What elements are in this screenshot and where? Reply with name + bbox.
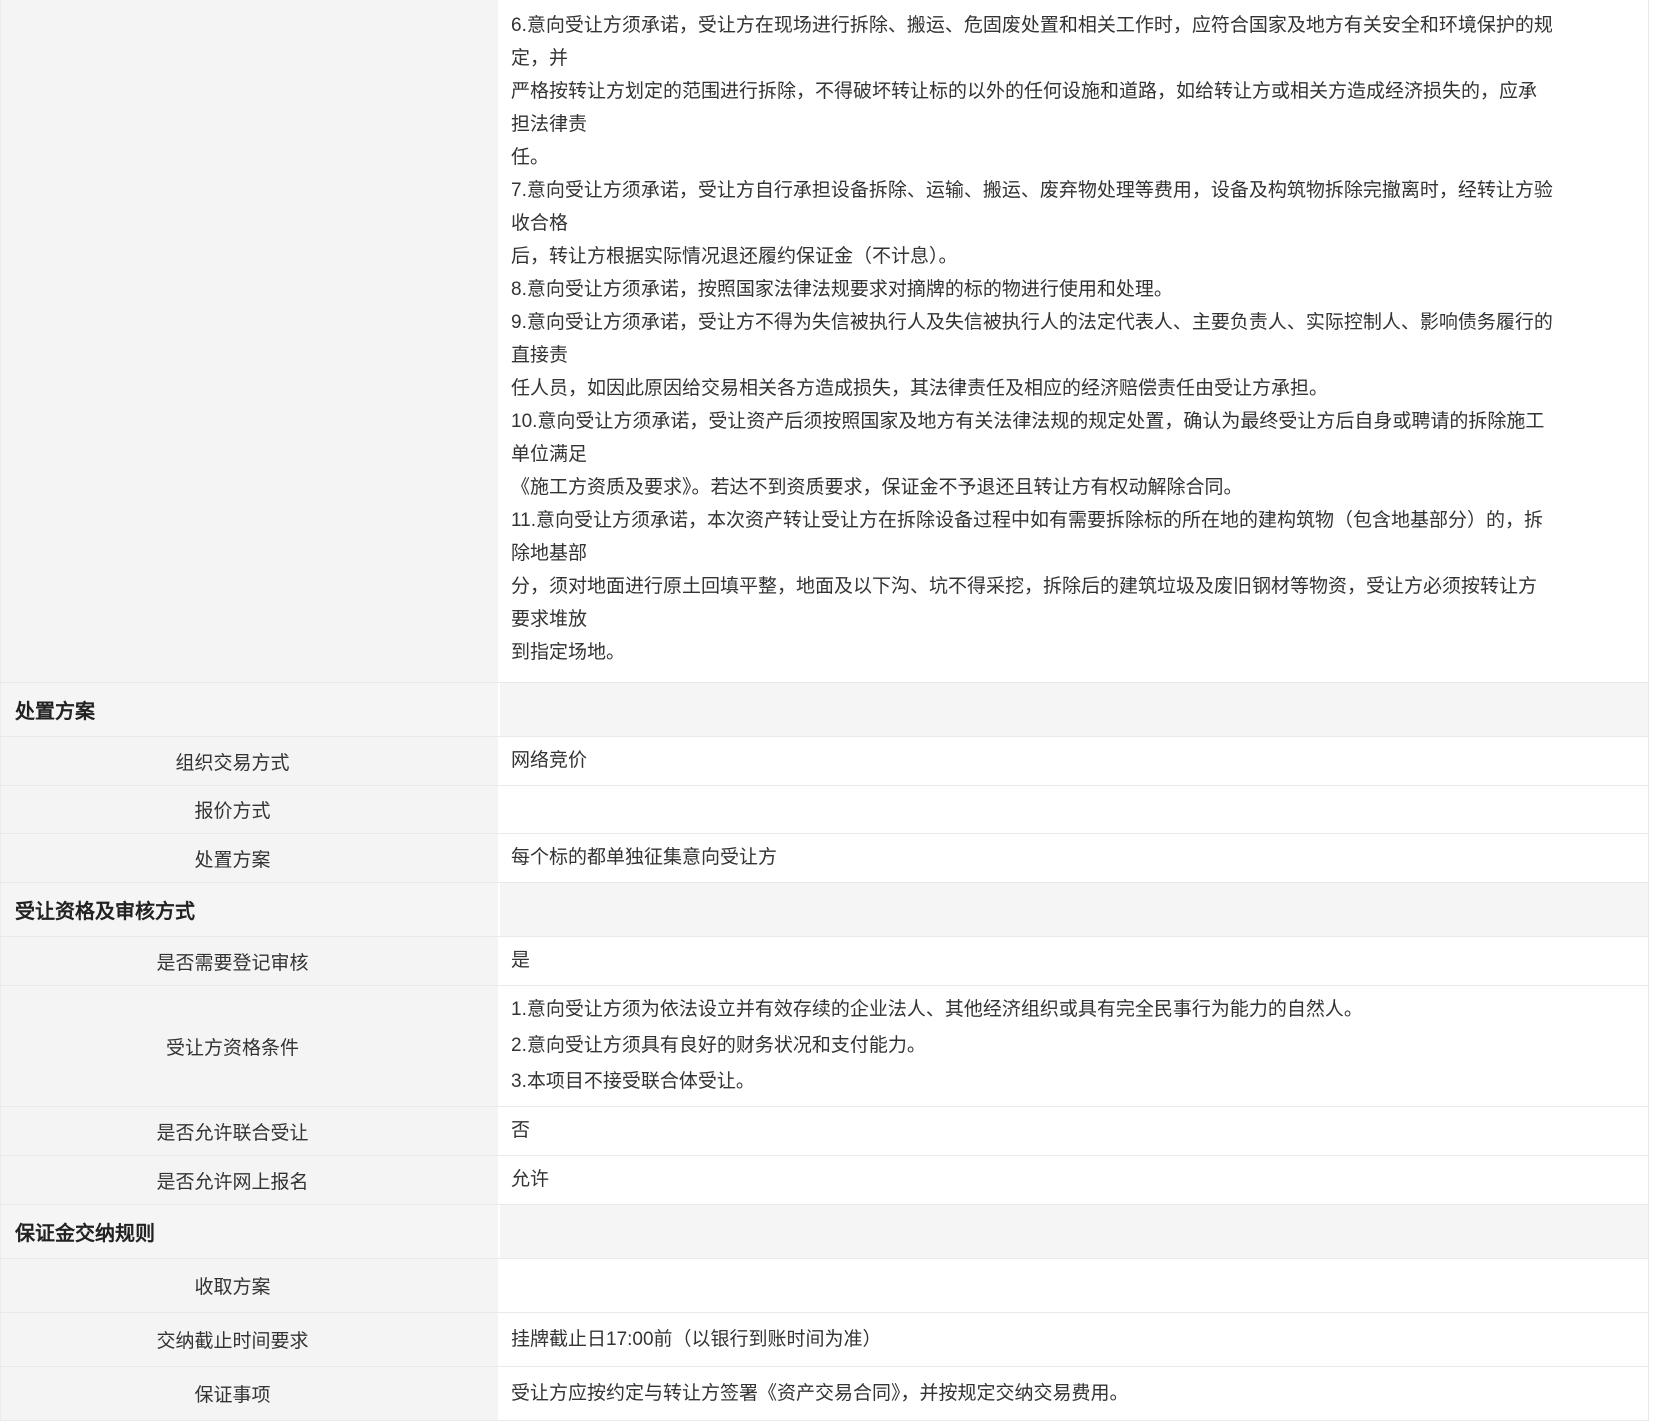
table-row: 组织交易方式网络竞价 bbox=[1, 736, 1648, 785]
table-row: 交纳截止时间要求挂牌截止日17:00前（以银行到账时间为准） bbox=[1, 1312, 1648, 1366]
row-value: 是 bbox=[498, 937, 1648, 985]
row-label: 交纳截止时间要求 bbox=[1, 1313, 498, 1366]
row-value bbox=[498, 1259, 1648, 1312]
table-row: 保证事项受让方应按约定与转让方签署《资产交易合同》，并按规定交纳交易费用。 bbox=[1, 1366, 1648, 1420]
section-header-filler bbox=[498, 1205, 1648, 1258]
row-label: 是否允许联合受让 bbox=[1, 1107, 498, 1155]
section-title: 保证金交纳规则 bbox=[1, 1205, 498, 1258]
row-value: 受让方应按约定与转让方签署《资产交易合同》，并按规定交纳交易费用。 bbox=[498, 1367, 1648, 1420]
terms-text: 6.意向受让方须承诺，受让方在现场进行拆除、搬运、危固废处置和相关工作时，应符合… bbox=[498, 0, 1648, 682]
section-header-filler bbox=[498, 683, 1648, 736]
table-row: 受让方资格条件1.意向受让方须为依法设立并有效存续的企业法人、其他经济组织或具有… bbox=[1, 985, 1648, 1106]
row-value: 每个标的都单独征集意向受让方 bbox=[498, 834, 1648, 882]
section-title: 受让资格及审核方式 bbox=[1, 883, 498, 936]
row-value: 允许 bbox=[498, 1156, 1648, 1204]
row-label: 受让方资格条件 bbox=[1, 986, 498, 1106]
table-row: 是否需要登记审核是 bbox=[1, 936, 1648, 985]
row-label-empty bbox=[1, 0, 498, 682]
row-value: 挂牌截止日17:00前（以银行到账时间为准） bbox=[498, 1313, 1648, 1366]
row-label: 保证事项 bbox=[1, 1367, 498, 1420]
row-value: 1.意向受让方须为依法设立并有效存续的企业法人、其他经济组织或具有完全民事行为能… bbox=[498, 986, 1648, 1106]
row-label: 报价方式 bbox=[1, 786, 498, 833]
table-row-transferee-commitments: 6.意向受让方须承诺，受让方在现场进行拆除、搬运、危固废处置和相关工作时，应符合… bbox=[1, 0, 1648, 682]
section-header-filler bbox=[498, 883, 1648, 936]
table-row: 处置方案每个标的都单独征集意向受让方 bbox=[1, 833, 1648, 882]
row-value: 否 bbox=[498, 1107, 1648, 1155]
section-header: 处置方案 bbox=[1, 682, 1648, 736]
section-title: 处置方案 bbox=[1, 683, 498, 736]
row-value: 网络竞价 bbox=[498, 737, 1648, 785]
row-value bbox=[498, 786, 1648, 833]
table-row: 是否允许联合受让否 bbox=[1, 1106, 1648, 1155]
row-label: 是否需要登记审核 bbox=[1, 937, 498, 985]
asset-listing-detail-table: 6.意向受让方须承诺，受让方在现场进行拆除、搬运、危固废处置和相关工作时，应符合… bbox=[0, 0, 1649, 1421]
table-row: 报价方式 bbox=[1, 785, 1648, 833]
row-label: 组织交易方式 bbox=[1, 737, 498, 785]
table-sections: 处置方案组织交易方式网络竞价报价方式处置方案每个标的都单独征集意向受让方受让资格… bbox=[1, 682, 1648, 1420]
row-label: 收取方案 bbox=[1, 1259, 498, 1312]
section-header: 保证金交纳规则 bbox=[1, 1204, 1648, 1258]
section-header: 受让资格及审核方式 bbox=[1, 882, 1648, 936]
table-row: 收取方案 bbox=[1, 1258, 1648, 1312]
row-label: 是否允许网上报名 bbox=[1, 1156, 498, 1204]
row-label: 处置方案 bbox=[1, 834, 498, 882]
